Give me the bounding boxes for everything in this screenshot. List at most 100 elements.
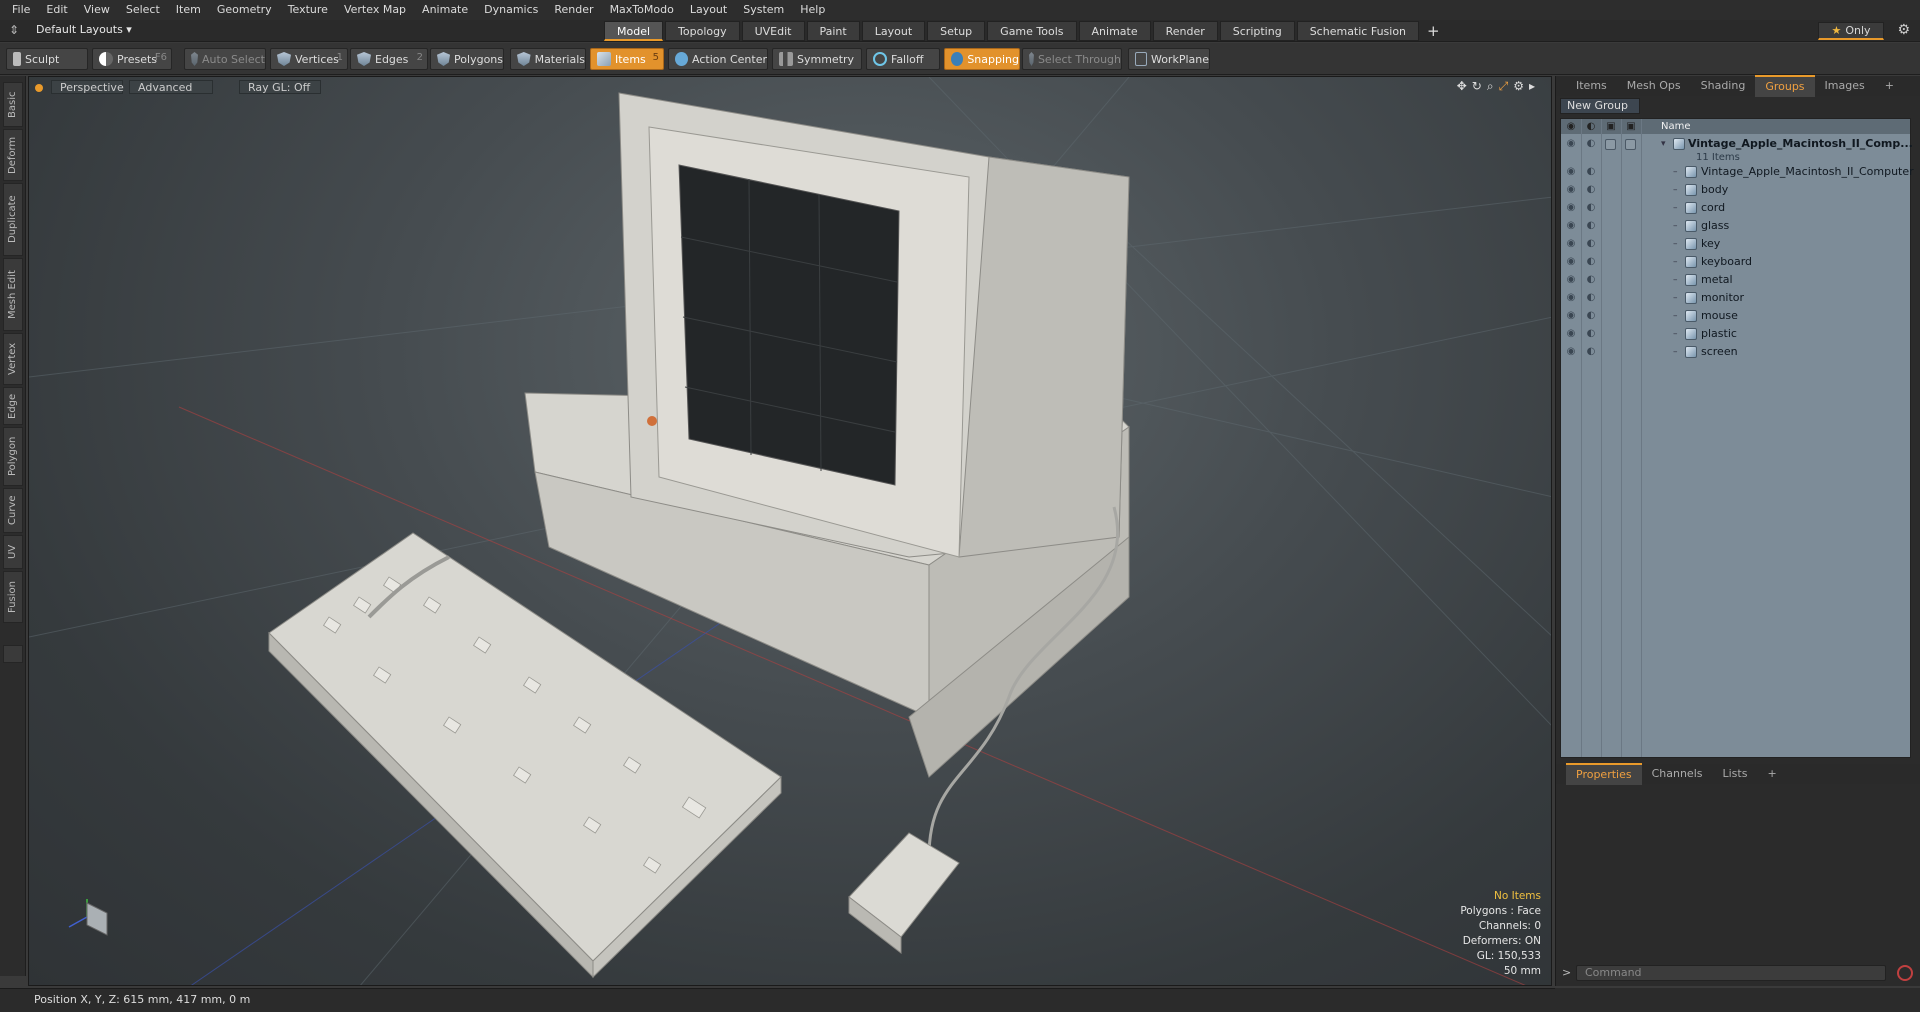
bottom-tab-properties[interactable]: Properties (1566, 763, 1642, 785)
visibility-eye-icon[interactable]: ◉ (1565, 346, 1577, 358)
vertices-button[interactable]: Vertices 1 (270, 48, 348, 70)
group-child-row[interactable]: ◉ ◐ – cord (1561, 199, 1910, 217)
group-child-row[interactable]: ◉ ◐ – metal (1561, 271, 1910, 289)
add-bottom-tab-button[interactable]: + (1757, 764, 1786, 784)
visibility-eye-icon[interactable]: ◉ (1565, 202, 1577, 214)
left-tab-mesh-edit[interactable]: Mesh Edit (3, 258, 23, 331)
lock-checkbox[interactable] (1605, 139, 1616, 150)
items-button[interactable]: Items 5 (590, 48, 664, 70)
render-toggle-icon[interactable]: ◐ (1585, 184, 1597, 196)
add-panel-tab-button[interactable]: + (1875, 76, 1904, 96)
group-root-row[interactable]: ◉ ◐ ▾ Vintage_Apple_Macintosh_II_Comp... 11 … (1561, 135, 1913, 163)
bottom-tab-lists[interactable]: Lists (1713, 764, 1758, 784)
visibility-eye-icon[interactable]: ◉ (1565, 138, 1577, 150)
group-child-row[interactable]: ◉ ◐ – body (1561, 181, 1910, 199)
menu-item-geometry[interactable]: Geometry (209, 0, 280, 20)
render-toggle-icon[interactable]: ◐ (1585, 166, 1597, 178)
menu-item-system[interactable]: System (735, 0, 792, 20)
render-toggle-icon[interactable]: ◐ (1585, 292, 1597, 304)
visibility-col-icon[interactable]: ◉ (1561, 121, 1581, 132)
group-child-row[interactable]: ◉ ◐ – glass (1561, 217, 1910, 235)
visibility-eye-icon[interactable]: ◉ (1565, 274, 1577, 286)
layout-tab-setup[interactable]: Setup (927, 21, 986, 41)
render-toggle-icon[interactable]: ◐ (1585, 238, 1597, 250)
render-col-icon[interactable]: ◐ (1581, 121, 1601, 132)
visibility-eye-icon[interactable]: ◉ (1565, 184, 1577, 196)
menu-item-dynamics[interactable]: Dynamics (476, 0, 546, 20)
sculpt-button[interactable]: Sculpt (6, 48, 88, 70)
layout-tab-topology[interactable]: Topology (665, 21, 740, 41)
layout-tab-uvedit[interactable]: UVEdit (741, 21, 805, 41)
add-layout-tab-button[interactable]: + (1421, 21, 1446, 41)
only-button[interactable]: ★ Only (1818, 22, 1884, 40)
left-tab-curve[interactable]: Curve (3, 488, 23, 533)
group-child-row[interactable]: ◉ ◐ – monitor (1561, 289, 1910, 307)
render-toggle-icon[interactable]: ◐ (1585, 202, 1597, 214)
render-toggle-icon[interactable]: ◐ (1585, 274, 1597, 286)
fit-icon[interactable]: ⤢ (1499, 79, 1509, 94)
menu-item-select[interactable]: Select (118, 0, 168, 20)
layout-tab-model[interactable]: Model (604, 21, 664, 41)
menu-item-vertex-map[interactable]: Vertex Map (336, 0, 414, 20)
visibility-eye-icon[interactable]: ◉ (1565, 256, 1577, 268)
left-tab-extra-button[interactable] (3, 645, 23, 663)
render-toggle-icon[interactable]: ◐ (1585, 256, 1597, 268)
visibility-eye-icon[interactable]: ◉ (1565, 310, 1577, 322)
workplane-button[interactable]: WorkPlane (1128, 48, 1210, 70)
visibility-eye-icon[interactable]: ◉ (1565, 292, 1577, 304)
visibility-eye-icon[interactable]: ◉ (1565, 166, 1577, 178)
left-tab-edge[interactable]: Edge (3, 387, 23, 425)
action-center-button[interactable]: Action Center (668, 48, 768, 70)
menu-item-layout[interactable]: Layout (682, 0, 735, 20)
menu-item-render[interactable]: Render (546, 0, 601, 20)
layout-tab-game-tools[interactable]: Game Tools (987, 21, 1077, 41)
menu-item-texture[interactable]: Texture (280, 0, 336, 20)
menu-item-edit[interactable]: Edit (38, 0, 75, 20)
viewport-settings-icon[interactable]: ⚙ (1513, 79, 1524, 94)
panel-tab-items[interactable]: Items (1566, 76, 1617, 96)
panel-tab-shading[interactable]: Shading (1691, 76, 1756, 96)
viewport-more-icon[interactable]: ▸ (1529, 79, 1535, 94)
new-group-button[interactable]: New Group (1560, 98, 1640, 114)
left-tab-vertex[interactable]: Vertex (3, 333, 23, 385)
pan-icon[interactable]: ✥ (1457, 79, 1467, 94)
layout-tab-layout[interactable]: Layout (861, 21, 926, 41)
render-toggle-icon[interactable]: ◐ (1585, 328, 1597, 340)
select-col-icon[interactable]: ▣ (1621, 121, 1641, 132)
render-toggle-icon[interactable]: ◐ (1585, 138, 1597, 150)
collapse-arrow-icon[interactable]: ▾ (1661, 135, 1666, 153)
view-type-dropdown[interactable]: Perspective (51, 80, 124, 94)
gear-icon[interactable]: ⚙ (1897, 22, 1910, 38)
shading-dropdown[interactable]: Advanced (129, 80, 213, 94)
group-child-row[interactable]: ◉ ◐ – mouse (1561, 307, 1910, 325)
layout-tab-schematic-fusion[interactable]: Schematic Fusion (1296, 21, 1420, 41)
panel-tab-mesh-ops[interactable]: Mesh Ops (1617, 76, 1691, 96)
command-input[interactable]: Command (1576, 965, 1886, 981)
group-child-row[interactable]: ◉ ◐ – key (1561, 235, 1910, 253)
3d-viewport[interactable]: Perspective Advanced Ray GL: Off ✥ ↻ ⌕ ⤢… (28, 76, 1552, 986)
bottom-tab-channels[interactable]: Channels (1642, 764, 1713, 784)
menu-item-animate[interactable]: Animate (414, 0, 476, 20)
menu-item-maxtomodo[interactable]: MaxToModo (602, 0, 682, 20)
viewport-menu-dot[interactable] (35, 84, 43, 92)
layout-tab-paint[interactable]: Paint (806, 21, 860, 41)
presets-button[interactable]: Presets F6 (92, 48, 172, 70)
left-tab-duplicate[interactable]: Duplicate (3, 183, 23, 256)
left-tab-basic[interactable]: Basic (3, 82, 23, 127)
lock-col-icon[interactable]: ▣ (1601, 121, 1621, 132)
auto-select-button[interactable]: Auto Select (184, 48, 266, 70)
group-child-row[interactable]: ◉ ◐ – plastic (1561, 325, 1910, 343)
menu-item-file[interactable]: File (4, 0, 38, 20)
name-column-header[interactable]: Name (1661, 121, 1691, 132)
snapping-button[interactable]: Snapping (944, 48, 1020, 70)
group-child-row[interactable]: ◉ ◐ – Vintage_Apple_Macintosh_II_Computer (1561, 163, 1914, 181)
edges-button[interactable]: Edges 2 (350, 48, 428, 70)
zoom-icon[interactable]: ⌕ (1487, 79, 1494, 94)
select-through-button[interactable]: Select Through (1022, 48, 1122, 70)
visibility-eye-icon[interactable]: ◉ (1565, 328, 1577, 340)
layout-selector[interactable]: Default Layouts ▾ (36, 23, 132, 36)
raygl-dropdown[interactable]: Ray GL: Off (239, 80, 321, 94)
layout-tab-render[interactable]: Render (1152, 21, 1218, 41)
panel-tab-groups[interactable]: Groups (1755, 75, 1815, 97)
menu-item-view[interactable]: View (76, 0, 118, 20)
